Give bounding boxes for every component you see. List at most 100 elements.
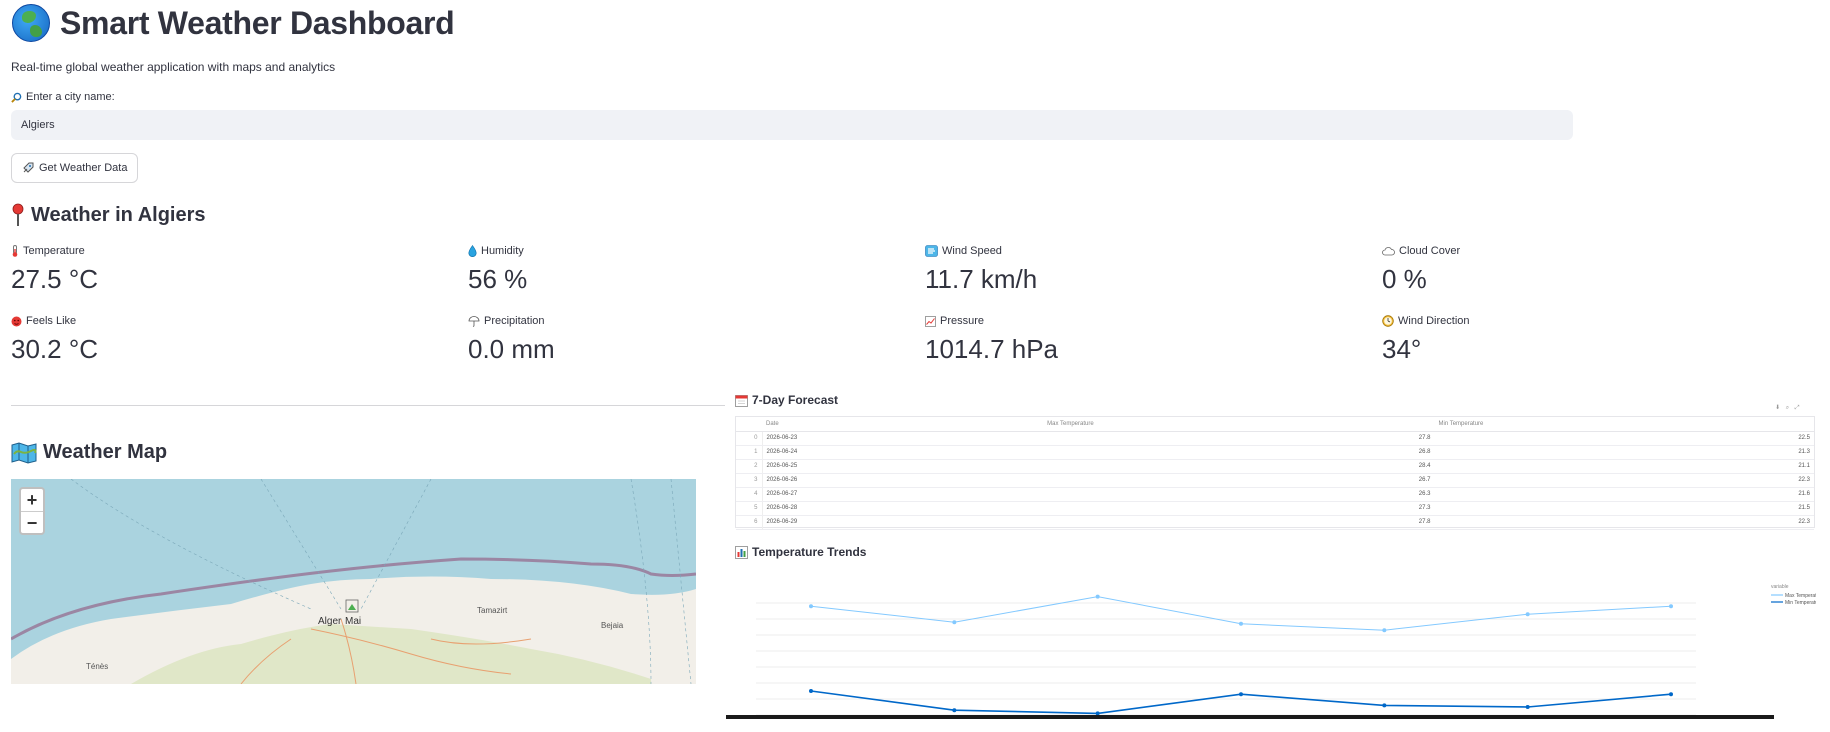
data-point [1669,604,1673,609]
metric-label: Precipitation [484,315,545,327]
weather-map-heading-text: Weather Map [43,441,168,463]
metric-feels-like: Feels Like 30.2 °C [11,315,98,365]
cell-max-temp: 27.8 [1043,515,1435,530]
metric-wind-direction: Wind Direction 34° [1382,315,1470,365]
table-toolbar[interactable]: ⬇ ⌕ ⤢ [1775,404,1802,412]
map-zoom-control: + − [19,487,45,535]
chart-scrollbar[interactable] [726,715,1774,719]
metric-wind-speed: Wind Speed 11.7 km/h [925,245,1037,295]
table-header-row: Date Max Temperature Min Temperature [736,417,1814,432]
table-row[interactable]: 2 2026-06-25 28.4 21.1 [736,459,1814,474]
legend-title: variable [1771,584,1789,590]
table-index-header [736,417,762,432]
city-input[interactable] [11,110,1573,140]
cell-min-temp: 21.1 [1434,459,1814,474]
row-index: 0 [736,431,763,446]
table-row[interactable]: 1 2026-06-24 26.8 21.3 [736,445,1814,460]
cell-max-temp: 26.3 [1043,487,1435,502]
map-icon [11,441,37,464]
data-point [809,604,813,609]
umbrella-icon [468,315,480,327]
search-icon [11,92,22,103]
cloud-icon [1382,247,1395,256]
row-index: 6 [736,515,763,530]
cell-date: 2026-06-28 [762,501,1044,516]
row-index: 2 [736,459,763,474]
cell-date: 2026-06-27 [762,487,1044,502]
temperature-trend-chart[interactable]: variable Max TemperatureMin Temperature [726,580,1816,720]
table-row[interactable]: 5 2026-06-28 27.3 21.5 [736,501,1814,516]
cell-date: 2026-06-24 [762,445,1044,460]
column-header-date[interactable]: Date [762,417,1044,432]
metric-temperature: Temperature 27.5 °C [11,245,98,295]
table-row[interactable]: 0 2026-06-23 27.8 22.5 [736,431,1814,446]
row-index: 3 [736,473,763,488]
calendar-icon [735,394,748,407]
weather-map[interactable]: Alger Mai Tamazirt Ténès Bejaia + − [11,479,696,684]
metric-label: Pressure [940,315,985,327]
metric-label: Feels Like [26,315,77,327]
cell-date: 2026-06-25 [762,459,1044,474]
column-header-min[interactable]: Min Temperature [1434,417,1814,432]
table-row[interactable]: 6 2026-06-29 27.8 22.3 [736,515,1814,530]
data-point [1382,703,1387,708]
droplet-icon [468,245,477,257]
metric-label: Humidity [481,245,524,257]
bar-chart-icon [735,545,748,559]
metric-value: 27.5 °C [11,264,99,294]
data-point [809,689,813,693]
table-row[interactable]: 4 2026-06-27 26.3 21.6 [736,487,1814,502]
map-label-bejaia: Bejaia [601,621,624,630]
zoom-in-button[interactable]: + [21,489,43,511]
hot-face-icon [11,316,22,326]
metric-value: 56 % [468,264,528,294]
current-weather-heading-text: Weather in Algiers [31,203,206,226]
cell-max-temp: 28.4 [1043,459,1435,474]
weather-map-heading: Weather Map [11,441,167,464]
globe-icon [12,4,50,42]
compass-icon [1382,315,1394,327]
metric-value: 0.0 mm [468,334,555,364]
forecast-table[interactable]: Date Max Temperature Min Temperature 0 20… [735,416,1815,530]
page-title: Smart Weather Dashboard [60,4,455,41]
data-point [952,708,957,713]
data-point [1669,692,1673,697]
forecast-heading: 7-Day Forecast [735,393,838,407]
map-label-tamazirt: Tamazirt [477,606,508,615]
page-subtitle: Real-time global weather application wit… [11,60,336,74]
legend-label: Min Temperature [1785,600,1816,606]
get-weather-button[interactable]: Get Weather Data [11,153,139,183]
legend-label: Max Temperature [1785,593,1816,599]
metric-value: 11.7 km/h [925,264,1038,294]
cell-max-temp: 27.3 [1043,501,1435,516]
zoom-out-button[interactable]: − [21,511,43,533]
table-row[interactable]: 3 2026-06-26 26.7 22.3 [736,473,1814,488]
trends-heading: Temperature Trends [735,545,866,559]
data-point [1095,594,1100,599]
map-label-alger: Alger [318,616,342,627]
cell-date: 2026-06-26 [762,473,1044,488]
cell-min-temp: 22.3 [1434,473,1814,488]
cell-min-temp: 21.6 [1434,487,1814,502]
cell-max-temp: 27.8 [1043,431,1435,446]
column-header-max[interactable]: Max Temperature [1043,417,1435,432]
map-label-tenes: Ténès [86,662,108,671]
cell-date: 2026-06-23 [762,431,1044,446]
metric-humidity: Humidity 56 % [468,245,527,295]
metric-label: Wind Speed [942,245,1002,257]
chart-icon [925,315,936,327]
metric-value: 30.2 °C [11,334,99,364]
city-marker[interactable] [345,599,359,613]
page-header: Smart Weather Dashboard [12,4,455,42]
metric-label: Temperature [23,245,85,257]
data-point [1382,628,1387,633]
map-tiles: Alger Mai Tamazirt Ténès Bejaia [11,479,696,684]
current-weather-heading: Weather in Algiers [11,203,206,227]
data-point [1239,692,1243,697]
get-weather-button-label: Get Weather Data [39,162,128,174]
data-point [952,620,957,625]
cell-max-temp: 26.7 [1043,473,1435,488]
section-divider [11,405,725,406]
row-index: 5 [736,501,763,516]
forecast-heading-text: 7-Day Forecast [752,393,839,407]
